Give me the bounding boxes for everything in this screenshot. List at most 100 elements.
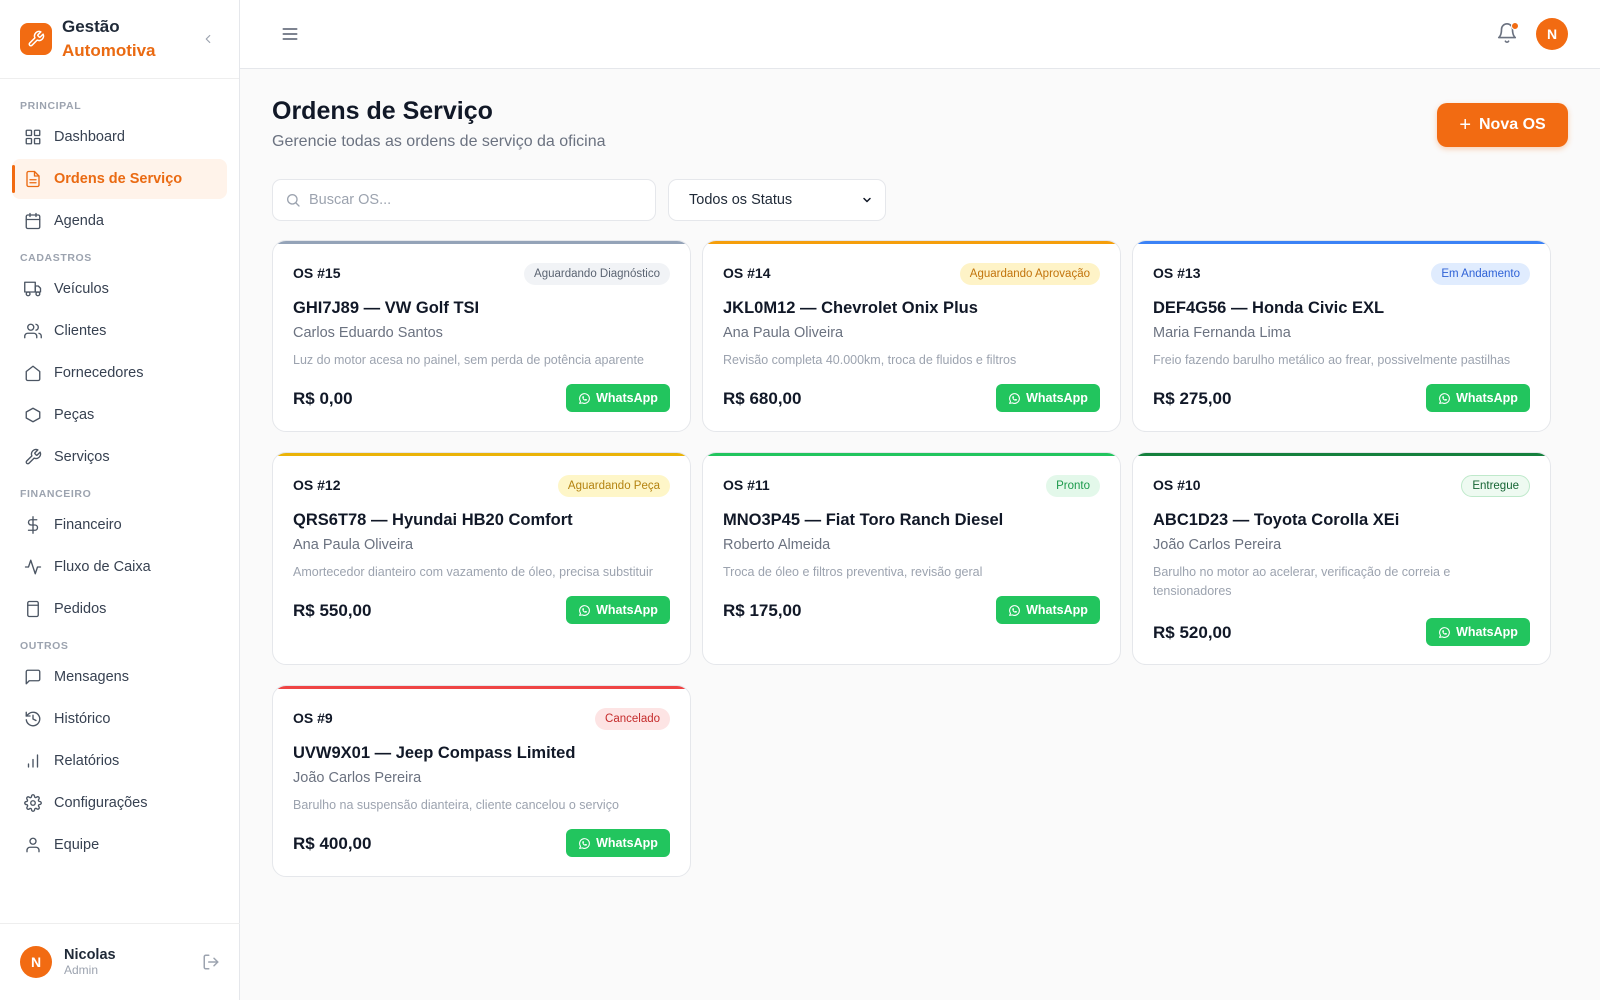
status-badge: Entregue bbox=[1461, 475, 1530, 497]
sidebar-item-equipe[interactable]: Equipe bbox=[12, 825, 227, 865]
truck-icon bbox=[24, 281, 42, 297]
order-card[interactable]: OS #14 Aguardando Aprovação JKL0M12 — Ch… bbox=[702, 240, 1121, 432]
user-profile: N Nicolas Admin bbox=[0, 923, 240, 1000]
order-number: OS #13 bbox=[1153, 265, 1201, 281]
status-color-bar bbox=[703, 241, 1120, 244]
activity-icon bbox=[24, 559, 42, 575]
logout-icon bbox=[203, 954, 219, 970]
order-price: R$ 680,00 bbox=[723, 389, 802, 408]
top-avatar[interactable]: N bbox=[1536, 18, 1568, 50]
client-name: Carlos Eduardo Santos bbox=[293, 325, 443, 341]
order-number: OS #15 bbox=[293, 265, 341, 281]
status-filter-value: Todos os Status bbox=[689, 192, 793, 208]
user-role: Admin bbox=[64, 963, 99, 977]
chevron-down-icon bbox=[863, 197, 871, 203]
avatar[interactable]: N bbox=[20, 946, 52, 978]
sidebar-item-pecas[interactable]: Peças bbox=[12, 395, 227, 435]
order-card[interactable]: OS #13 Em Andamento DEF4G56 — Honda Civi… bbox=[1132, 240, 1551, 432]
sidebar-item-dashboard[interactable]: Dashboard bbox=[12, 117, 227, 157]
sidebar-item-label: Financeiro bbox=[54, 517, 122, 533]
whatsapp-label: WhatsApp bbox=[1026, 391, 1088, 405]
new-os-button[interactable]: + Nova OS bbox=[1437, 103, 1568, 147]
status-filter-select[interactable]: Todos os Status bbox=[668, 179, 886, 221]
order-description: Revisão completa 40.000km, troca de flui… bbox=[723, 353, 1017, 367]
logout-button[interactable] bbox=[202, 953, 220, 971]
document-icon bbox=[26, 170, 40, 188]
whatsapp-icon bbox=[579, 392, 590, 404]
whatsapp-button[interactable]: WhatsApp bbox=[1426, 618, 1530, 646]
order-price: R$ 175,00 bbox=[723, 601, 802, 620]
order-card[interactable]: OS #11 Pronto MNO3P45 — Fiat Toro Ranch … bbox=[702, 452, 1121, 665]
order-number: OS #10 bbox=[1153, 477, 1201, 493]
bar-chart-icon bbox=[27, 754, 39, 768]
client-name: Ana Paula Oliveira bbox=[293, 537, 414, 553]
order-card[interactable]: OS #9 Cancelado UVW9X01 — Jeep Compass L… bbox=[272, 685, 691, 877]
sidebar-item-fornecedores[interactable]: Fornecedores bbox=[12, 353, 227, 393]
whatsapp-button[interactable]: WhatsApp bbox=[996, 596, 1100, 624]
wrench-logo-icon bbox=[20, 23, 52, 55]
order-card[interactable]: OS #10 Entregue ABC1D23 — Toyota Corolla… bbox=[1132, 452, 1551, 665]
status-badge: Em Andamento bbox=[1431, 263, 1530, 285]
sidebar-item-label: Ordens de Serviço bbox=[54, 171, 183, 187]
sidebar-item-servicos[interactable]: Serviços bbox=[12, 437, 227, 477]
sidebar-item-mensagens[interactable]: Mensagens bbox=[12, 657, 227, 697]
client-name: Maria Fernanda Lima bbox=[1153, 325, 1291, 341]
vehicle-title: GHI7J89 — VW Golf TSI bbox=[293, 299, 480, 317]
sidebar-item-agenda[interactable]: Agenda bbox=[12, 201, 227, 241]
team-icon bbox=[26, 837, 40, 853]
sidebar-item-label: Configurações bbox=[54, 795, 148, 811]
chevron-left-icon bbox=[205, 34, 211, 44]
whatsapp-button[interactable]: WhatsApp bbox=[1426, 384, 1530, 412]
sidebar-item-configuracoes[interactable]: Configurações bbox=[12, 783, 227, 823]
status-badge: Pronto bbox=[1046, 475, 1100, 497]
order-description: Freio fazendo barulho metálico ao frear,… bbox=[1153, 353, 1511, 367]
notification-dot bbox=[1511, 22, 1519, 30]
sidebar-item-financeiro[interactable]: Financeiro bbox=[12, 505, 227, 545]
whatsapp-icon bbox=[1009, 604, 1020, 616]
status-badge: Cancelado bbox=[595, 708, 670, 730]
sidebar-nav: PRINCIPAL Dashboard Ordens de Serviço Agend… bbox=[0, 79, 239, 865]
search-input[interactable] bbox=[309, 192, 629, 208]
message-icon bbox=[25, 669, 41, 685]
order-number: OS #9 bbox=[293, 710, 333, 726]
whatsapp-button[interactable]: WhatsApp bbox=[566, 596, 670, 624]
sidebar-item-label: Fluxo de Caixa bbox=[54, 559, 151, 575]
new-os-label: Nova OS bbox=[1479, 116, 1546, 133]
vehicle-title: QRS6T78 — Hyundai HB20 Comfort bbox=[293, 511, 573, 529]
sidebar-item-ordens-de-servico[interactable]: Ordens de Serviço bbox=[12, 159, 227, 199]
section-label: OUTROS bbox=[20, 640, 69, 652]
status-color-bar bbox=[1133, 453, 1550, 456]
menu-button[interactable] bbox=[280, 24, 300, 44]
whatsapp-button[interactable]: WhatsApp bbox=[566, 829, 670, 857]
sidebar-item-pedidos[interactable]: Pedidos bbox=[12, 589, 227, 629]
order-price: R$ 550,00 bbox=[293, 601, 372, 620]
sidebar-item-label: Clientes bbox=[54, 323, 107, 339]
whatsapp-label: WhatsApp bbox=[596, 836, 658, 850]
vehicle-title: DEF4G56 — Honda Civic EXL bbox=[1153, 299, 1385, 317]
whatsapp-icon bbox=[579, 837, 590, 849]
sidebar-item-clientes[interactable]: Clientes bbox=[12, 311, 227, 351]
order-number: OS #12 bbox=[293, 477, 341, 493]
section-label: FINANCEIRO bbox=[20, 488, 92, 500]
whatsapp-button[interactable]: WhatsApp bbox=[566, 384, 670, 412]
brand-name-line1: Gestão bbox=[62, 17, 120, 36]
order-number: OS #14 bbox=[723, 265, 771, 281]
topbar: N bbox=[240, 0, 1600, 69]
client-name: João Carlos Pereira bbox=[1153, 537, 1282, 553]
order-card[interactable]: OS #12 Aguardando Peça QRS6T78 — Hyundai… bbox=[272, 452, 691, 665]
sidebar-item-historico[interactable]: Histórico bbox=[12, 699, 227, 739]
whatsapp-label: WhatsApp bbox=[1026, 603, 1088, 617]
vehicle-title: MNO3P45 — Fiat Toro Ranch Diesel bbox=[723, 511, 1004, 529]
order-card[interactable]: OS #15 Aguardando Diagnóstico GHI7J89 — … bbox=[272, 240, 691, 432]
collapse-sidebar-button[interactable] bbox=[199, 30, 217, 48]
client-name: Roberto Almeida bbox=[723, 537, 831, 553]
sidebar-item-relatorios[interactable]: Relatórios bbox=[12, 741, 227, 781]
sidebar-item-veiculos[interactable]: Veículos bbox=[12, 269, 227, 309]
user-name: Nicolas bbox=[64, 947, 116, 963]
order-description: Barulho no motor ao acelerar, verificaçã… bbox=[1153, 565, 1451, 598]
vehicle-title: JKL0M12 — Chevrolet Onix Plus bbox=[723, 299, 978, 317]
grid-icon bbox=[25, 129, 41, 145]
whatsapp-button[interactable]: WhatsApp bbox=[996, 384, 1100, 412]
status-badge: Aguardando Peça bbox=[557, 475, 670, 497]
sidebar-item-fluxo-de-caixa[interactable]: Fluxo de Caixa bbox=[12, 547, 227, 587]
